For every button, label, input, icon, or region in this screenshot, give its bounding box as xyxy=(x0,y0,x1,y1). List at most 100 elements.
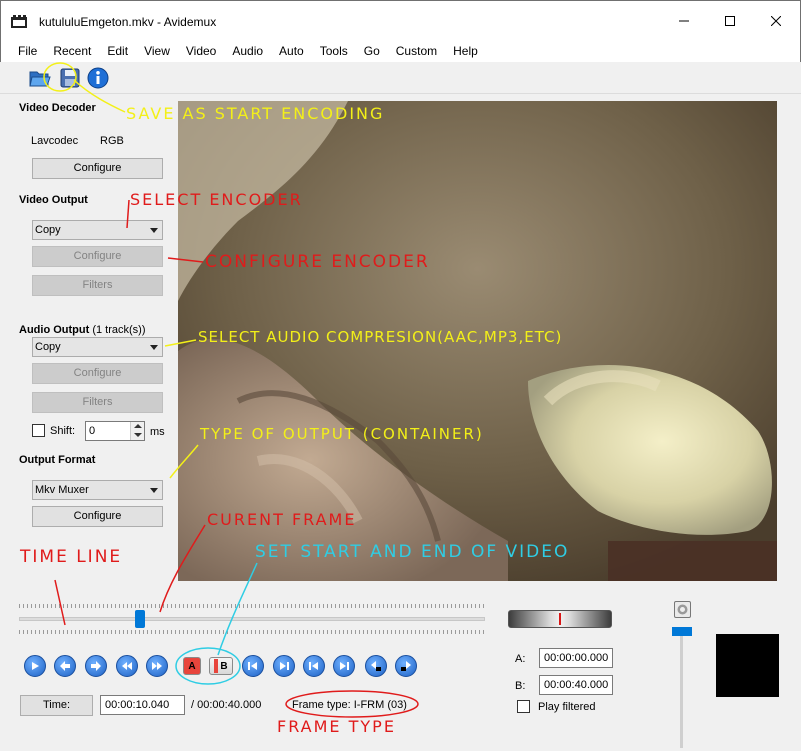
video-filters-button[interactable]: Filters xyxy=(32,275,163,296)
next-frame-button[interactable] xyxy=(85,655,107,677)
shift-checkbox[interactable] xyxy=(32,424,45,437)
output-format-configure-button[interactable]: Configure xyxy=(32,506,163,527)
set-marker-a-button[interactable]: A xyxy=(183,657,201,675)
marker-b-label-text: B: xyxy=(515,680,526,692)
minimize-button[interactable] xyxy=(661,1,707,41)
marker-a-label: A xyxy=(188,660,196,672)
spin-down-icon[interactable] xyxy=(130,431,144,440)
menu-recent[interactable]: Recent xyxy=(45,40,99,62)
audio-configure-button[interactable]: Configure xyxy=(32,363,163,384)
jog-marker xyxy=(559,613,561,625)
go-to-marker-b-button[interactable] xyxy=(303,655,325,677)
menu-tools[interactable]: Tools xyxy=(312,40,356,62)
close-icon xyxy=(771,16,781,26)
marker-a-field: 00:00:00.000 xyxy=(539,648,613,668)
volume-handle[interactable] xyxy=(672,627,692,636)
close-button[interactable] xyxy=(753,1,799,41)
menu-file[interactable]: File xyxy=(11,40,45,62)
skip-end-icon xyxy=(340,662,349,670)
jog-shuttle[interactable] xyxy=(508,610,612,628)
audio-output-title: Audio Output xyxy=(19,324,90,336)
menu-help[interactable]: Help xyxy=(445,40,486,62)
minimize-icon xyxy=(679,20,689,22)
annotation-set-start: SET START AND END OF VIDEO xyxy=(255,542,570,562)
title-bar: kutululuEmgeton.mkv - Avidemux xyxy=(0,0,801,40)
previous-keyframe-button[interactable] xyxy=(116,655,138,677)
previous-frame-button[interactable] xyxy=(54,655,76,677)
spin-up-icon[interactable] xyxy=(130,422,144,431)
go-to-end-button[interactable] xyxy=(333,655,355,677)
marker-b-bar xyxy=(214,659,219,673)
shift-spinbox[interactable]: 0 xyxy=(85,421,145,441)
marker-b-field: 00:00:40.000 xyxy=(539,675,613,695)
goto-a-icon xyxy=(280,662,289,670)
next-black-frame-button[interactable] xyxy=(395,655,417,677)
audio-codec-value: Copy xyxy=(35,341,61,353)
shift-value: 0 xyxy=(89,425,96,437)
mini-preview xyxy=(716,634,779,697)
menu-custom[interactable]: Custom xyxy=(388,40,445,62)
menu-audio[interactable]: Audio xyxy=(224,40,271,62)
time-button[interactable]: Time: xyxy=(20,695,93,716)
annotation-select-encoder: SELECT ENCODER xyxy=(130,190,303,209)
forward-black-frame-icon xyxy=(401,661,411,671)
marker-a-label-text: A: xyxy=(515,653,526,665)
fast-forward-icon xyxy=(152,662,162,670)
menu-video[interactable]: Video xyxy=(178,40,224,62)
go-to-start-button[interactable] xyxy=(242,655,264,677)
annotation-frame-type: FRAME TYPE xyxy=(277,717,396,736)
video-encoder-value: Copy xyxy=(35,224,61,236)
arrow-right-icon xyxy=(91,661,101,671)
speaker-glyph xyxy=(677,604,688,615)
shift-label: Shift: xyxy=(50,425,76,437)
toolbar xyxy=(0,62,801,94)
menu-auto[interactable]: Auto xyxy=(271,40,312,62)
annotation-configure-encoder: CONFIGURE ENCODER xyxy=(205,252,430,272)
set-marker-b-button[interactable]: B xyxy=(209,657,233,675)
annotation-type-output: TYPE OF OUTPUT (CONTAINER) xyxy=(200,425,484,443)
chevron-down-icon xyxy=(150,345,158,350)
previous-black-frame-button[interactable] xyxy=(365,655,387,677)
speaker-icon[interactable] xyxy=(674,601,691,618)
timeline-handle[interactable] xyxy=(135,610,146,628)
play-button[interactable] xyxy=(24,655,46,677)
annotation-save-as: SAVE AS START ENCODING xyxy=(126,104,385,123)
maximize-button[interactable] xyxy=(707,1,753,41)
output-format-select[interactable]: Mkv Muxer xyxy=(32,480,163,500)
audio-output-heading: Audio Output (1 track(s)) xyxy=(19,324,146,336)
timeline-track[interactable] xyxy=(19,617,485,621)
audio-codec-select[interactable]: Copy xyxy=(32,337,163,357)
output-format-value: Mkv Muxer xyxy=(35,484,89,496)
avidemux-app-icon xyxy=(11,15,27,28)
timeline-ticks-bottom xyxy=(19,630,485,634)
total-time: / 00:00:40.000 xyxy=(191,699,262,711)
next-keyframe-button[interactable] xyxy=(146,655,168,677)
volume-slider[interactable] xyxy=(680,630,683,748)
go-to-marker-a-button[interactable] xyxy=(273,655,295,677)
decoder-configure-button[interactable]: Configure xyxy=(32,158,163,179)
play-filtered-label: Play filtered xyxy=(538,701,596,713)
play-filtered-checkbox[interactable] xyxy=(517,700,530,713)
timeline[interactable] xyxy=(19,600,485,636)
open-folder-icon[interactable] xyxy=(28,66,52,90)
video-output-heading: Video Output xyxy=(19,194,88,206)
rewind-icon xyxy=(122,662,132,670)
window-title: kutululuEmgeton.mkv - Avidemux xyxy=(39,15,217,29)
annotation-curent-frame: CURENT FRAME xyxy=(207,510,357,529)
save-icon[interactable] xyxy=(58,66,82,90)
decoder-format: RGB xyxy=(100,135,124,147)
current-time-field[interactable]: 00:00:10.040 xyxy=(100,695,185,715)
video-configure-button[interactable]: Configure xyxy=(32,246,163,267)
audio-filters-button[interactable]: Filters xyxy=(32,392,163,413)
menu-view[interactable]: View xyxy=(136,40,178,62)
back-black-frame-icon xyxy=(371,661,381,671)
menu-go[interactable]: Go xyxy=(356,40,388,62)
info-icon[interactable] xyxy=(86,66,110,90)
timeline-ticks-top xyxy=(19,604,485,608)
video-encoder-select[interactable]: Copy xyxy=(32,220,163,240)
annotation-select-audio: SELECT AUDIO COMPRESION(AAC,MP3,ETC) xyxy=(198,328,563,346)
frame-type: Frame type: I-FRM (03) xyxy=(292,699,407,711)
menu-edit[interactable]: Edit xyxy=(99,40,136,62)
chevron-down-icon xyxy=(150,488,158,493)
arrow-left-icon xyxy=(60,661,70,671)
